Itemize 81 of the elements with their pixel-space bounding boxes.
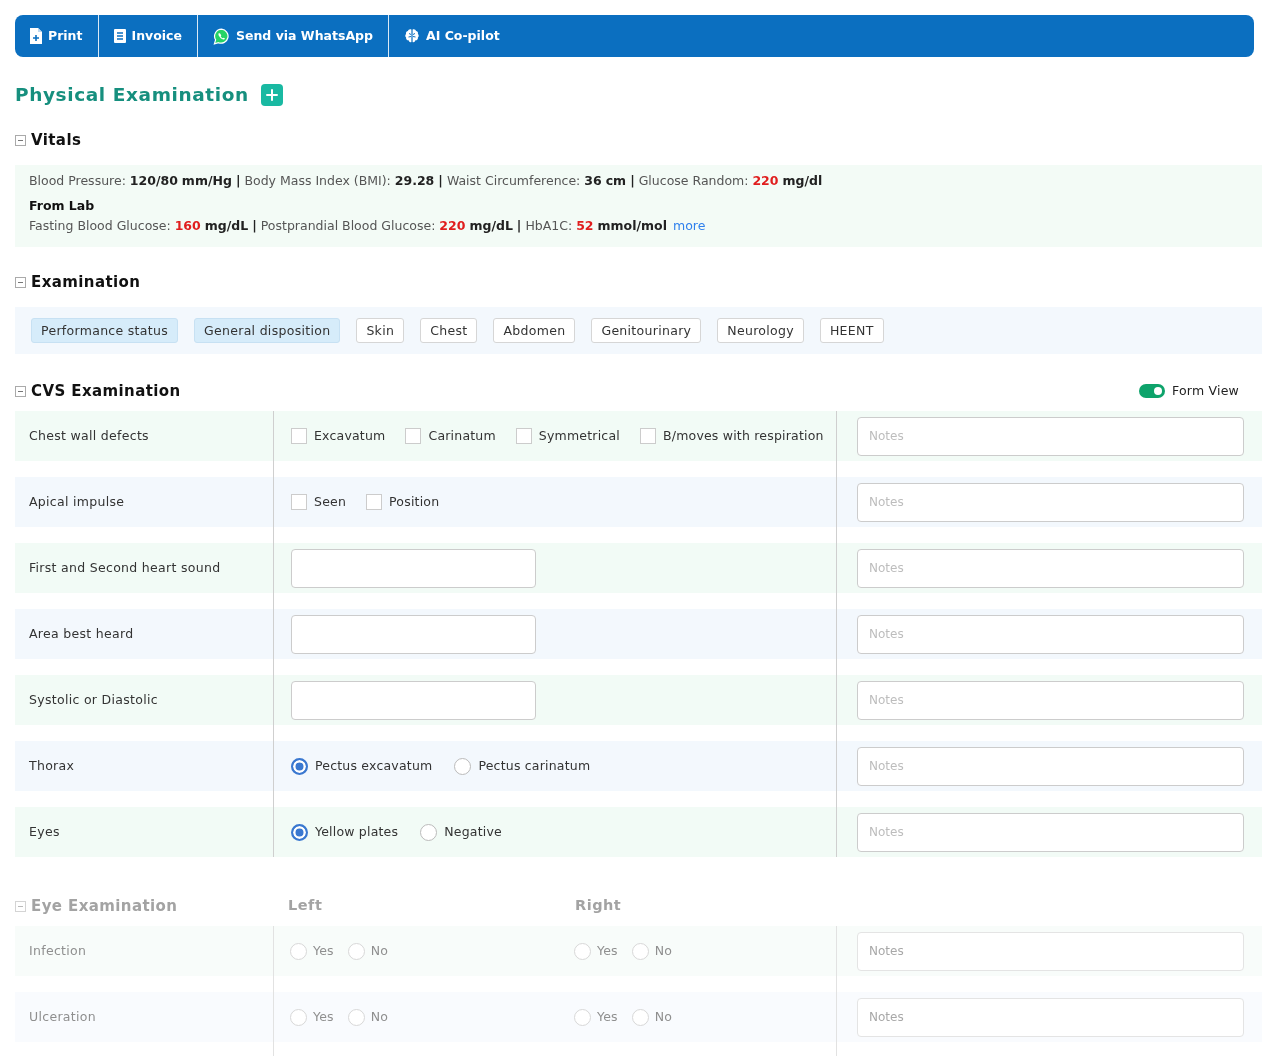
option-label: Excavatum: [314, 426, 386, 445]
radio-button[interactable]: [454, 757, 472, 775]
option-label: Pectus carinatum: [478, 756, 591, 775]
notes-field[interactable]: Notes: [857, 614, 1244, 654]
option-label: Yes: [597, 1007, 618, 1026]
notes-field[interactable]: Notes: [857, 746, 1244, 786]
option-label: Symmetrical: [538, 426, 620, 445]
row-label: Apical impulse: [29, 493, 125, 509]
section-title: CVS Examination: [31, 381, 181, 402]
print-button[interactable]: Print: [15, 15, 99, 57]
radio-button[interactable]: [420, 823, 438, 841]
option-label: Seen: [314, 492, 347, 511]
notes-field[interactable]: Notes: [857, 416, 1244, 456]
section-tab[interactable]: Genitourinary: [591, 318, 702, 343]
minus-square-icon[interactable]: [15, 276, 26, 288]
option-label: No: [654, 1007, 673, 1026]
option-label: Carinatum: [428, 426, 496, 445]
radio-button[interactable]: [291, 823, 308, 841]
notes-field[interactable]: Notes: [857, 482, 1244, 522]
row-label: Infection: [29, 942, 87, 958]
brain-icon: [404, 28, 420, 44]
row-label: Systolic or Diastolic: [29, 691, 158, 707]
text-input[interactable]: [291, 680, 536, 720]
row-label: Eyes: [29, 823, 60, 839]
section-tab[interactable]: HEENT: [819, 318, 884, 343]
checkbox[interactable]: [366, 494, 383, 510]
notes-field[interactable]: Notes: [857, 548, 1244, 588]
option-label: Pectus excavatum: [315, 756, 433, 775]
section-tab[interactable]: Performance status: [31, 318, 178, 343]
list-document-icon: [113, 29, 126, 43]
checkbox[interactable]: [291, 428, 307, 444]
option-label: No: [370, 941, 389, 960]
row-label: Area best heard: [29, 625, 134, 641]
section-tab[interactable]: Neurology: [717, 318, 804, 343]
option-label: No: [654, 941, 673, 960]
option-label: Yellow plates: [315, 822, 399, 841]
notes-field[interactable]: Notes: [857, 680, 1244, 720]
checkbox[interactable]: [639, 428, 656, 444]
lab-results: Fasting Blood Glucose: 160 mg/dL | Postprandial Blood Glucose: 220 mg/dL | HbA1C: 52 mmol/mol more: [29, 217, 707, 235]
section-tab[interactable]: Abdomen: [493, 318, 576, 343]
option-label: B/moves with respiration: [662, 426, 824, 445]
row-label: Ulceration: [29, 1008, 96, 1024]
option-label: Negative: [444, 822, 502, 841]
option-label: Yes: [313, 1007, 334, 1026]
copilot-button[interactable]: AI Co-pilot: [389, 15, 515, 57]
toggle-switch[interactable]: [1139, 384, 1166, 398]
option-label: Position: [389, 492, 440, 511]
row-label: Chest wall defects: [29, 427, 149, 443]
checkbox[interactable]: [405, 428, 422, 444]
lab-heading: From Lab: [29, 198, 96, 214]
column-heading: Left: [288, 897, 323, 914]
section-title: Examination: [31, 272, 141, 293]
section-tab[interactable]: General disposition: [194, 318, 341, 343]
minus-square-icon[interactable]: [15, 134, 26, 146]
more-link[interactable]: more: [672, 218, 706, 233]
plus-icon: [265, 89, 278, 101]
radio-button[interactable]: [291, 757, 308, 775]
option-label: Yes: [597, 941, 618, 960]
notes-field[interactable]: Notes: [857, 812, 1244, 852]
option-label: No: [370, 1007, 389, 1026]
vitals-summary: Blood Pressure: 120/80 mm/Hg | Body Mass Index (BMI): 29.28 | Waist Circumference: 36 cm | Glucose Random: 220 mg/dl: [29, 172, 824, 190]
checkbox[interactable]: [515, 428, 532, 444]
row-label: Thorax: [29, 757, 75, 773]
section-tab[interactable]: Chest: [420, 318, 478, 343]
toggle-label: Form View: [1172, 381, 1239, 400]
text-input[interactable]: [291, 614, 536, 654]
chat-phone-icon: [212, 27, 230, 45]
column-heading: Right: [575, 897, 622, 914]
section-tab[interactable]: Skin: [356, 318, 405, 343]
minus-square-icon[interactable]: [15, 385, 26, 397]
text-input[interactable]: [291, 548, 536, 588]
checkbox[interactable]: [291, 494, 307, 510]
option-label: Yes: [313, 941, 334, 960]
row-label: First and Second heart sound: [29, 559, 221, 575]
section-title: Vitals: [31, 130, 82, 151]
document-icon: [30, 28, 42, 44]
section-title: Eye Examination: [31, 896, 178, 917]
page-title: Physical Examination: [15, 83, 249, 107]
whatsapp-button[interactable]: Send via WhatsApp: [197, 15, 389, 57]
invoice-button[interactable]: Invoice: [98, 15, 198, 57]
add-button[interactable]: [260, 84, 283, 106]
